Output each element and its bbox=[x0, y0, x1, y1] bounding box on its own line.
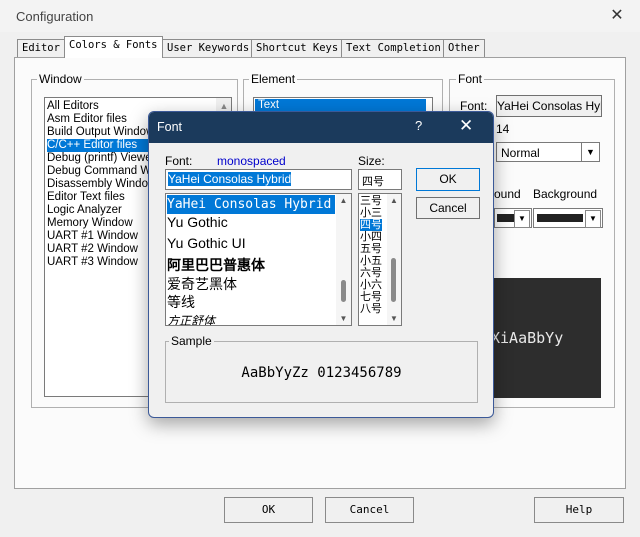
list-item[interactable]: UART #2 Window bbox=[47, 243, 138, 256]
font-size-value: 14 bbox=[496, 122, 510, 136]
list-item[interactable]: UART #1 Window bbox=[47, 230, 138, 243]
font-size-input[interactable]: 四号 bbox=[358, 169, 402, 190]
tab-user-keywords[interactable]: User Keywords bbox=[162, 39, 255, 57]
cancel-button[interactable]: Cancel bbox=[325, 497, 414, 523]
ok-button[interactable]: OK bbox=[224, 497, 313, 523]
list-item[interactable]: UART #3 Window bbox=[47, 256, 138, 269]
font-size-input-value: 四号 bbox=[362, 176, 384, 188]
scroll-thumb[interactable] bbox=[341, 280, 346, 302]
size-list-item[interactable]: 小五 bbox=[360, 255, 382, 267]
help-icon[interactable]: ? bbox=[415, 118, 422, 133]
window-title: Configuration bbox=[16, 9, 94, 24]
size-list-item[interactable]: 小六 bbox=[360, 279, 382, 291]
tab-shortcut-keys[interactable]: Shortcut Keys bbox=[251, 39, 344, 57]
chevron-down-icon[interactable]: ▼ bbox=[585, 210, 601, 228]
sample-label: Sample bbox=[169, 334, 214, 348]
font-type-hint: monospaced bbox=[217, 154, 286, 168]
size-list-item[interactable]: 小三 bbox=[360, 207, 382, 219]
background-label: Background bbox=[533, 187, 598, 201]
font-style-value: Normal bbox=[501, 146, 540, 160]
list-item[interactable]: Build Output Window bbox=[47, 126, 154, 139]
scroll-down-icon[interactable]: ▼ bbox=[387, 314, 401, 323]
preview-text: XiAaBbYy bbox=[491, 329, 564, 347]
font-list-item-selected[interactable]: YaHei Consolas Hybrid bbox=[167, 195, 335, 214]
font-name-input-value: YaHei Consolas Hybrid bbox=[168, 172, 292, 186]
size-list-item[interactable]: 三号 bbox=[360, 195, 382, 207]
list-item[interactable]: Disassembly Window bbox=[47, 178, 156, 191]
size-list-item[interactable]: 八号 bbox=[360, 303, 382, 315]
scroll-up-icon[interactable]: ▲ bbox=[216, 101, 231, 111]
font-list-item[interactable]: 等线 bbox=[167, 292, 195, 312]
font-dialog: Font ? ✕ Font: monospaced YaHei Consolas… bbox=[148, 111, 494, 418]
font-name-input[interactable]: YaHei Consolas Hybrid bbox=[165, 169, 352, 190]
foreground-swatch bbox=[497, 214, 515, 222]
font-list-item[interactable]: 方正舒体 bbox=[167, 312, 215, 325]
font-size-list[interactable]: 三号 小三 四号 小四 五号 小五 六号 小六 七号 八号 ▲ ▼ bbox=[358, 193, 402, 326]
scroll-down-icon[interactable]: ▼ bbox=[336, 314, 351, 323]
list-item[interactable]: Debug (printf) Viewer bbox=[47, 152, 155, 165]
size-list-item-selected[interactable]: 四号 bbox=[360, 219, 382, 231]
size-list-item[interactable]: 小四 bbox=[360, 231, 382, 243]
font-group-label: Font bbox=[456, 72, 485, 86]
tab-colors-fonts[interactable]: Colors & Fonts bbox=[64, 36, 163, 58]
font-size-label: Size: bbox=[358, 154, 385, 168]
scroll-up-icon[interactable]: ▲ bbox=[336, 196, 351, 205]
font-name-label: Font: bbox=[165, 154, 193, 168]
background-color-picker[interactable]: ▼ bbox=[533, 208, 603, 228]
size-list-scrollbar[interactable]: ▲ ▼ bbox=[387, 194, 401, 325]
foreground-label: ound bbox=[494, 187, 521, 201]
scroll-up-icon[interactable]: ▲ bbox=[387, 196, 401, 205]
list-item[interactable]: Memory Window bbox=[47, 217, 133, 230]
font-ok-button[interactable]: OK bbox=[416, 168, 480, 191]
window-group-label: Window bbox=[37, 72, 84, 86]
font-list-item[interactable]: Yu Gothic UI bbox=[167, 235, 246, 251]
chevron-down-icon[interactable]: ▼ bbox=[514, 210, 530, 228]
help-button[interactable]: Help bbox=[534, 497, 624, 523]
font-list-scrollbar[interactable]: ▲ ▼ bbox=[336, 194, 351, 325]
size-list-item[interactable]: 五号 bbox=[360, 243, 382, 255]
scroll-thumb[interactable] bbox=[391, 258, 396, 302]
element-group-label: Element bbox=[249, 72, 298, 86]
chevron-down-icon[interactable]: ▼ bbox=[581, 143, 599, 161]
list-item[interactable]: Asm Editor files bbox=[47, 113, 127, 126]
size-list-item[interactable]: 七号 bbox=[360, 291, 382, 303]
list-item[interactable]: Logic Analyzer bbox=[47, 204, 122, 217]
background-swatch bbox=[537, 214, 583, 222]
list-item-selected[interactable]: C/C++ Editor files bbox=[47, 139, 157, 152]
font-cancel-button[interactable]: Cancel bbox=[416, 197, 480, 219]
font-dialog-title: Font bbox=[157, 120, 183, 134]
list-item[interactable]: Debug Command Win bbox=[47, 165, 160, 178]
font-name-list[interactable]: YaHei Consolas Hybrid Yu Gothic Yu Gothi… bbox=[165, 193, 352, 326]
sample-text: AaBbYyZz 0123456789 bbox=[241, 365, 402, 381]
foreground-color-picker[interactable]: ▼ bbox=[494, 208, 532, 228]
tab-text-completion[interactable]: Text Completion bbox=[341, 39, 446, 57]
font-dialog-title-bar: Font ? ✕ bbox=[149, 112, 493, 143]
tab-editor[interactable]: Editor bbox=[17, 39, 65, 57]
list-item[interactable]: Editor Text files bbox=[47, 191, 125, 204]
close-icon[interactable]: ✕ bbox=[459, 116, 473, 136]
close-icon[interactable]: ✕ bbox=[604, 4, 630, 28]
font-list-item[interactable]: 阿里巴巴普惠体 bbox=[167, 255, 265, 275]
font-select-button[interactable]: YaHei Consolas Hybri bbox=[496, 95, 602, 117]
size-list-item[interactable]: 六号 bbox=[360, 267, 382, 279]
tab-other[interactable]: Other bbox=[443, 39, 485, 57]
title-bar: Configuration ✕ bbox=[0, 0, 640, 32]
font-list-item[interactable]: 爱奇艺黑体 bbox=[167, 274, 237, 294]
font-style-select[interactable]: Normal ▼ bbox=[496, 142, 600, 162]
list-item[interactable]: All Editors bbox=[47, 100, 99, 113]
font-list-item[interactable]: Yu Gothic bbox=[167, 214, 228, 230]
